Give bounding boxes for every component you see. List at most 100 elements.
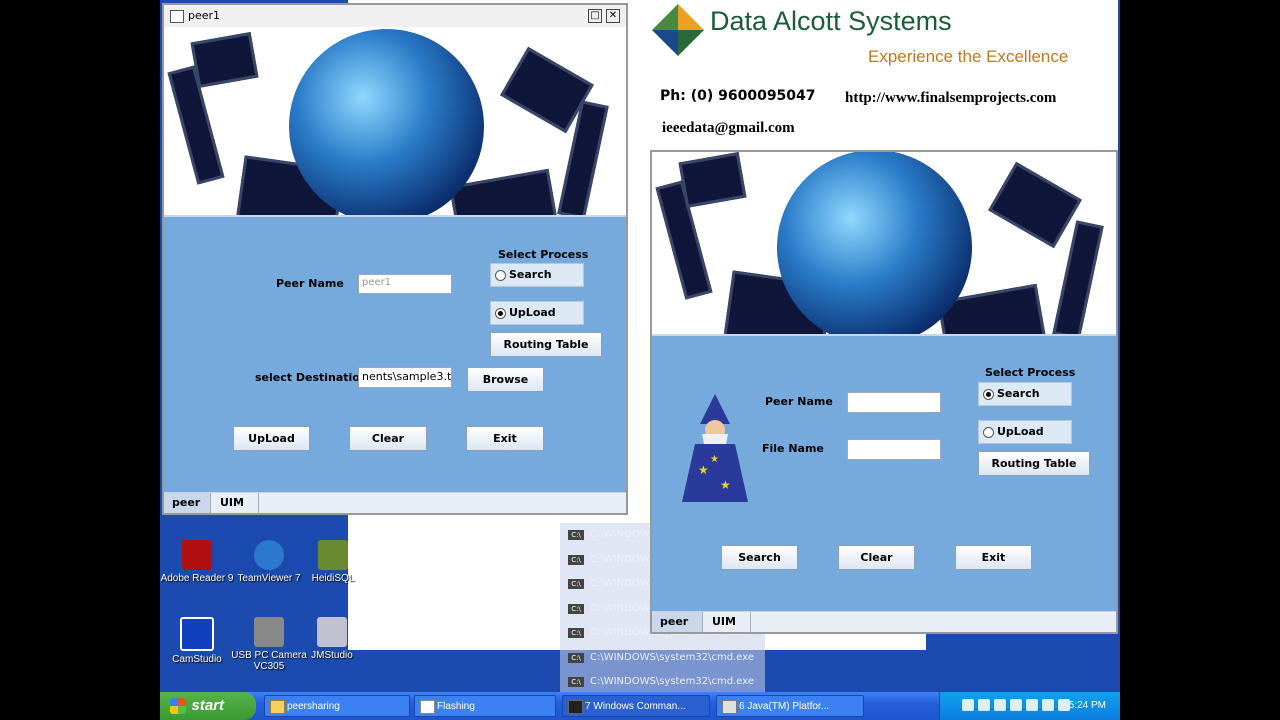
clock[interactable]: 5:24 PM bbox=[1069, 700, 1106, 711]
taskbar-button-java-group[interactable]: 6 Java(TM) Platfor... bbox=[716, 695, 864, 717]
tab-peer[interactable]: peer bbox=[164, 493, 211, 513]
radio-label: Search bbox=[997, 387, 1040, 400]
taskbar: start peersharing Flashing 7 Windows Com… bbox=[160, 692, 1120, 720]
tab-peer[interactable]: peer bbox=[652, 612, 703, 632]
wizard-mascot-icon: ★ ★ ★ bbox=[682, 394, 748, 502]
restore-icon[interactable]: □ bbox=[588, 9, 602, 23]
taskbar-button-label: 7 Windows Comman... bbox=[585, 701, 686, 712]
search-radio[interactable]: Search bbox=[978, 382, 1072, 406]
radio-label: UpLoad bbox=[997, 425, 1044, 438]
tab-uim[interactable]: UIM bbox=[212, 493, 259, 513]
select-process-label: Select Process bbox=[498, 248, 589, 261]
routing-table-button[interactable]: Routing Table bbox=[978, 451, 1090, 476]
adobe-reader-icon bbox=[182, 540, 212, 570]
windows-flag-icon bbox=[170, 698, 186, 714]
desktop-icon-teamviewer[interactable]: TeamViewer 7 bbox=[229, 540, 309, 584]
peer-name-label: Peer Name bbox=[765, 395, 833, 408]
desktop-icon-usb-camera[interactable]: USB PC Camera VC305 bbox=[229, 617, 309, 672]
upload-button[interactable]: UpLoad bbox=[233, 426, 310, 451]
select-destination-label: select Destination bbox=[255, 371, 368, 384]
window-icon bbox=[420, 700, 435, 714]
java-icon bbox=[722, 700, 737, 714]
tray-icon[interactable] bbox=[962, 699, 974, 711]
company-tagline: Experience the Excellence bbox=[868, 47, 1069, 66]
file-name-label: File Name bbox=[762, 442, 824, 455]
camstudio-icon bbox=[180, 617, 214, 651]
heidisql-icon bbox=[318, 540, 348, 570]
globe-icon bbox=[777, 152, 972, 334]
system-tray: 5:24 PM bbox=[939, 692, 1120, 720]
start-label: start bbox=[191, 697, 224, 714]
peer-name-field[interactable] bbox=[847, 392, 941, 413]
upload-radio[interactable]: UpLoad bbox=[490, 301, 584, 325]
tab-uim[interactable]: UIM bbox=[704, 612, 751, 632]
clear-button[interactable]: Clear bbox=[349, 426, 427, 451]
svg-text:★: ★ bbox=[720, 478, 731, 492]
taskbar-button-label: Flashing bbox=[437, 701, 475, 712]
search-button[interactable]: Search bbox=[721, 545, 798, 570]
search-radio[interactable]: Search bbox=[490, 263, 584, 287]
title-bar: peer1 □ ✕ bbox=[164, 5, 626, 28]
radio-icon bbox=[495, 270, 506, 281]
browse-button[interactable]: Browse bbox=[467, 367, 544, 392]
tray-icon[interactable] bbox=[1026, 699, 1038, 711]
cmd-window-item[interactable]: C:\WINDOWS\system32\cmd.exe bbox=[560, 646, 765, 671]
tray-icon[interactable] bbox=[1042, 699, 1054, 711]
svg-text:★: ★ bbox=[698, 463, 709, 477]
cmd-window-item[interactable]: C:\WINDOWS\system32\cmd.exe bbox=[560, 670, 765, 695]
peer1-window: peer1 □ ✕ Peer Name peer1 Select Process… bbox=[162, 3, 628, 515]
desktop-icon-label: USB PC Camera VC305 bbox=[231, 650, 307, 672]
tray-icon[interactable] bbox=[994, 699, 1006, 711]
upload-radio[interactable]: UpLoad bbox=[978, 420, 1072, 444]
monitor-shape bbox=[988, 161, 1082, 249]
desktop-icon-label: Adobe Reader 9 bbox=[160, 573, 234, 584]
exit-button[interactable]: Exit bbox=[466, 426, 544, 451]
company-logo-icon bbox=[652, 4, 704, 56]
tray-icon[interactable] bbox=[978, 699, 990, 711]
exit-button[interactable]: Exit bbox=[955, 545, 1032, 570]
jmstudio-icon bbox=[317, 617, 347, 647]
company-email: ieeedata@gmail.com bbox=[662, 120, 795, 136]
usb-camera-icon bbox=[254, 617, 284, 647]
radio-icon bbox=[983, 427, 994, 438]
desktop-icon-heidisql[interactable]: HeidiSQL bbox=[303, 540, 363, 584]
taskbar-button-label: 6 Java(TM) Platfor... bbox=[739, 701, 830, 712]
start-button[interactable]: start bbox=[160, 692, 256, 720]
tray-icon[interactable] bbox=[1010, 699, 1022, 711]
tab-strip: peer UIM bbox=[164, 492, 626, 513]
company-url: http://www.finalsemprojects.com bbox=[845, 90, 1057, 106]
radio-label: Search bbox=[509, 268, 552, 281]
desktop-icon-label: CamStudio bbox=[172, 654, 222, 665]
cmd-icon bbox=[568, 700, 583, 714]
desktop-icon-camstudio[interactable]: CamStudio bbox=[160, 617, 237, 665]
close-icon[interactable]: ✕ bbox=[606, 9, 620, 23]
routing-table-button[interactable]: Routing Table bbox=[490, 332, 602, 357]
monitor-shape bbox=[190, 32, 259, 88]
desktop-icon-label: JMStudio bbox=[311, 650, 353, 661]
desktop-icon-adobe-reader[interactable]: Adobe Reader 9 bbox=[160, 540, 237, 584]
destination-field[interactable]: nents\sample3.txt bbox=[358, 367, 452, 388]
desktop-icon-jmstudio[interactable]: JMStudio bbox=[302, 617, 362, 661]
desktop: Adobe Reader 9 TeamViewer 7 HeidiSQL Cam… bbox=[160, 0, 1120, 720]
peer2-window: ★ ★ ★ Select Process Search UpLoad Peer … bbox=[650, 150, 1118, 634]
company-name: Data Alcott Systems bbox=[710, 6, 952, 36]
desktop-icon-label: TeamViewer 7 bbox=[237, 573, 301, 584]
taskbar-button-flashing[interactable]: Flashing bbox=[414, 695, 556, 717]
file-name-field[interactable] bbox=[847, 439, 941, 460]
teamviewer-icon bbox=[254, 540, 284, 570]
globe-icon bbox=[289, 29, 484, 215]
company-banner: Data Alcott Systems Experience the Excel… bbox=[648, 0, 1118, 152]
tab-strip: peer UIM bbox=[652, 611, 1116, 632]
radio-selected-icon bbox=[983, 389, 994, 400]
peer-name-label: Peer Name bbox=[276, 277, 344, 290]
globe-banner-image bbox=[164, 27, 626, 217]
select-process-label: Select Process bbox=[985, 366, 1076, 379]
taskbar-button-label: peersharing bbox=[287, 701, 340, 712]
peer-name-field[interactable]: peer1 bbox=[358, 274, 452, 294]
taskbar-button-cmd-group[interactable]: 7 Windows Comman... bbox=[562, 695, 710, 717]
window-title: peer1 bbox=[188, 9, 221, 22]
taskbar-button-peersharing[interactable]: peersharing bbox=[264, 695, 410, 717]
folder-icon bbox=[270, 700, 285, 714]
desktop-icon-label: HeidiSQL bbox=[311, 573, 355, 584]
clear-button[interactable]: Clear bbox=[838, 545, 915, 570]
